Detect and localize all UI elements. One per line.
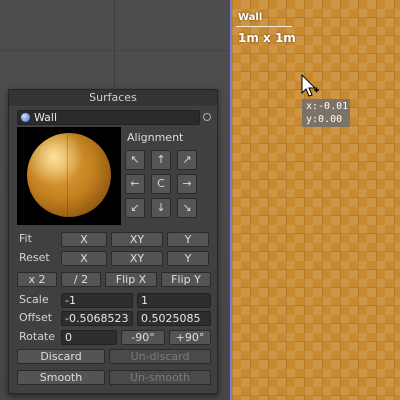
align-top-left-button[interactable]: ↖ — [125, 150, 145, 170]
fit-y-button[interactable]: Y — [167, 232, 209, 247]
discard-button[interactable]: Discard — [17, 349, 105, 364]
flip-x-button[interactable]: Flip X — [105, 272, 157, 287]
reset-y-button[interactable]: Y — [167, 251, 209, 266]
panel-title[interactable]: Surfaces — [9, 90, 217, 106]
fit-xy-button[interactable]: XY — [111, 232, 163, 247]
align-bottom-button[interactable]: ↓ — [151, 198, 171, 218]
mouse-cursor-icon — [301, 74, 319, 97]
fit-label: Fit — [19, 232, 32, 245]
scale-y-field[interactable]: 1 — [137, 293, 211, 308]
rotate-label: Rotate — [19, 330, 56, 343]
material-icon — [21, 113, 30, 122]
align-center-button[interactable]: C — [151, 174, 171, 194]
flip-y-button[interactable]: Flip Y — [161, 272, 211, 287]
surfaces-panel: Surfaces Wall Alignment ↖ ↑ ↗ ← C → ↙ ↓ … — [8, 89, 218, 394]
fit-x-button[interactable]: X — [61, 232, 107, 247]
align-top-button[interactable]: ↑ — [151, 150, 171, 170]
material-name: Wall — [34, 111, 58, 124]
reset-xy-button[interactable]: XY — [111, 251, 163, 266]
grid-line — [114, 0, 115, 88]
grid-line — [0, 50, 232, 51]
material-field[interactable]: Wall — [17, 110, 200, 125]
align-top-right-button[interactable]: ↗ — [177, 150, 197, 170]
scale-x-field[interactable]: -1 — [61, 293, 133, 308]
scale-div-2-button[interactable]: / 2 — [61, 272, 101, 287]
rotate-minus-90-button[interactable]: -90° — [121, 330, 165, 345]
offset-label: Offset — [19, 311, 53, 324]
unsmooth-button[interactable]: Un-smooth — [109, 370, 211, 385]
wall-label-underline — [236, 26, 292, 27]
rotate-plus-90-button[interactable]: +90° — [169, 330, 211, 345]
smooth-button[interactable]: Smooth — [17, 370, 105, 385]
offset-x-field[interactable]: -0.5068523 — [61, 311, 133, 326]
reset-x-button[interactable]: X — [61, 251, 107, 266]
align-left-button[interactable]: ← — [125, 174, 145, 194]
preview-sphere — [27, 133, 111, 217]
offset-y-field[interactable]: 0.5025085 — [137, 311, 211, 326]
coord-x: x:-0.01 — [306, 101, 349, 112]
scale-times-2-button[interactable]: x 2 — [17, 272, 57, 287]
coordinate-readout: x:-0.01 y:0.00 — [302, 99, 350, 127]
reset-label: Reset — [19, 251, 50, 264]
undiscard-button[interactable]: Un-discard — [109, 349, 211, 364]
scale-label: Scale — [19, 293, 49, 306]
material-preview — [17, 127, 121, 225]
wall-size-label: 1m x 1m — [238, 31, 296, 45]
sphere-seam — [67, 135, 68, 217]
wall-surface[interactable] — [230, 0, 400, 400]
align-bottom-right-button[interactable]: ↘ — [177, 198, 197, 218]
coord-y: y:0.00 — [306, 114, 343, 125]
rotate-field[interactable]: 0 — [61, 330, 117, 345]
wall-label: Wall — [238, 12, 263, 23]
alignment-label: Alignment — [127, 131, 184, 144]
object-picker-icon[interactable] — [203, 113, 211, 121]
align-bottom-left-button[interactable]: ↙ — [125, 198, 145, 218]
align-right-button[interactable]: → — [177, 174, 197, 194]
